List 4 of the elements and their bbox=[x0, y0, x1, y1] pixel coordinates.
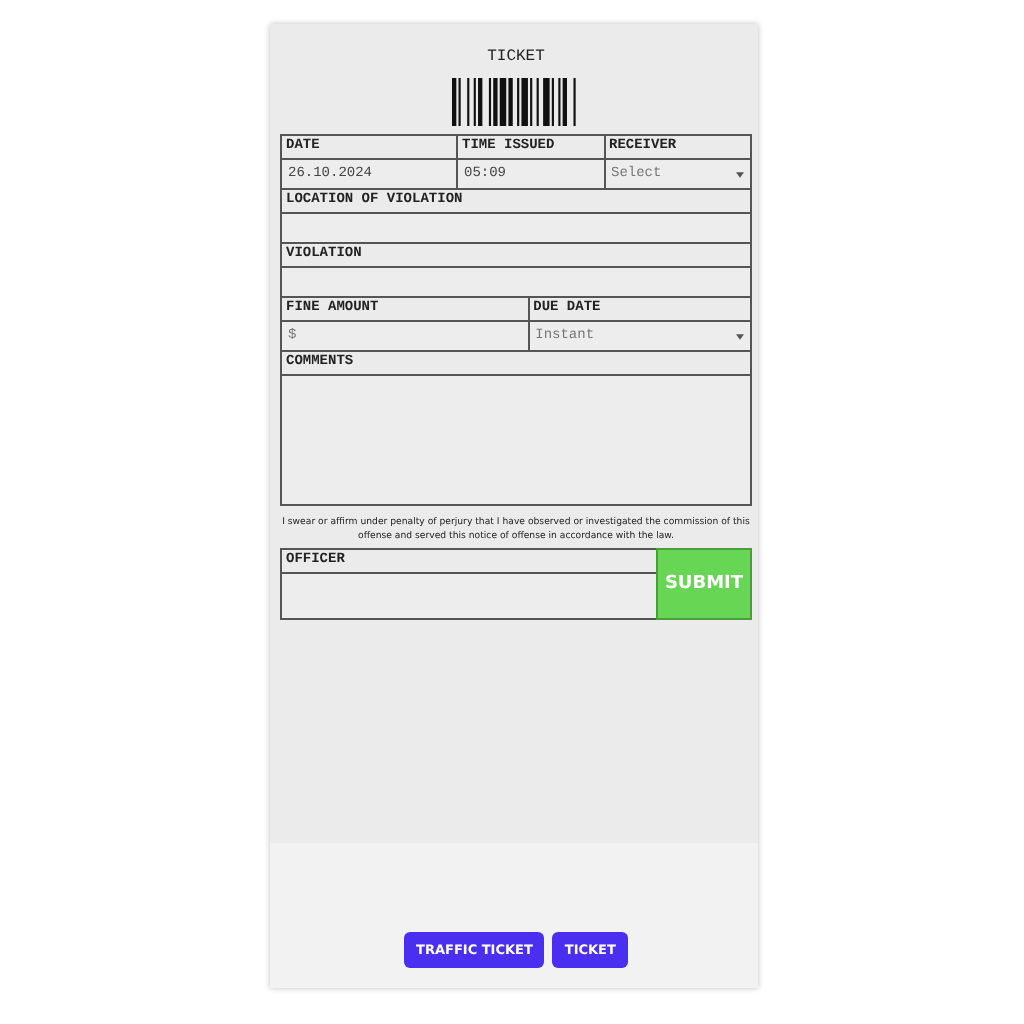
ticket-title: TICKET bbox=[487, 48, 545, 66]
barcode-icon bbox=[452, 78, 580, 126]
caret-icon bbox=[736, 171, 744, 177]
caret-icon bbox=[736, 333, 744, 339]
